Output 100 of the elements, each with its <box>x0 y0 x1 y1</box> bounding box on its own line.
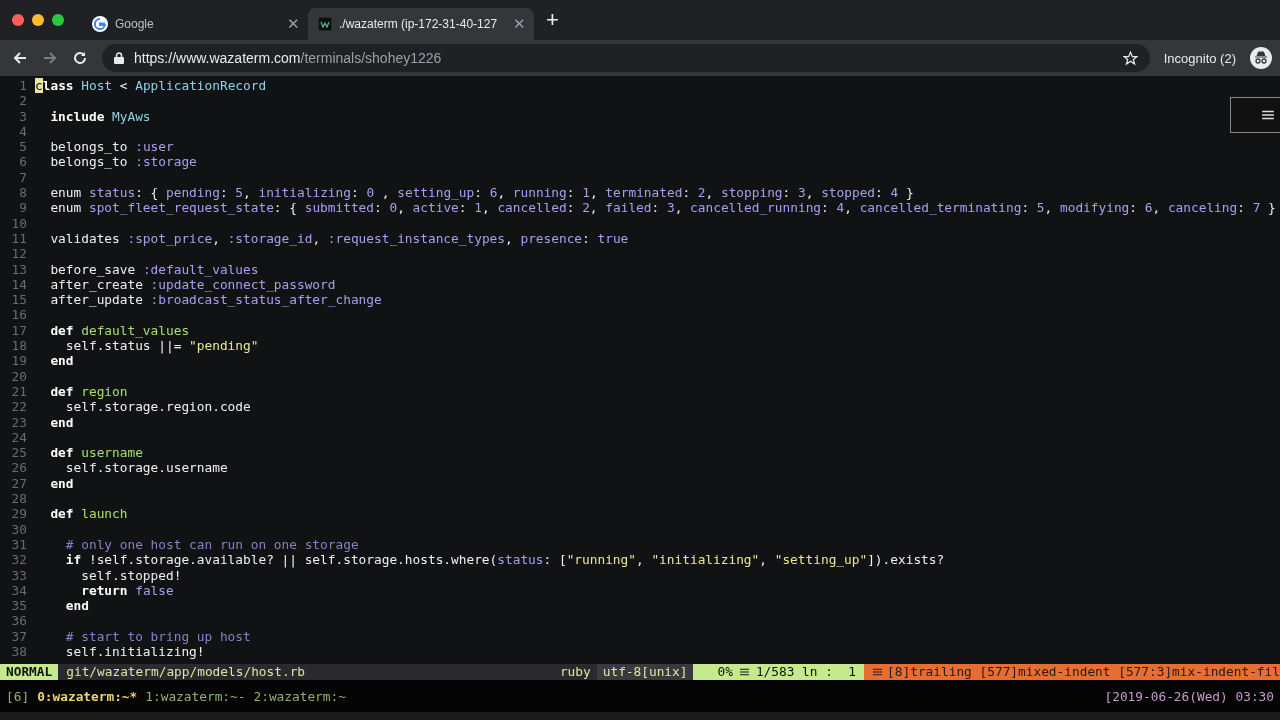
code-line: validates :spot_price, :storage_id, :request_instance_types, presence: true <box>49 230 629 247</box>
line-number: 14 <box>10 276 28 293</box>
warning-text: [8]trailing [577]mixed-indent [577:3]mix-indent-fil <box>887 664 1280 680</box>
line-number: 19 <box>10 353 28 369</box>
tmux-window[interactable]: 1:wazaterm:~- <box>145 688 246 704</box>
google-icon <box>92 16 108 32</box>
line-number: 20 <box>10 368 28 384</box>
code-line: def launch <box>49 506 128 522</box>
incognito-icon[interactable] <box>1250 47 1272 69</box>
code-line: belongs_to :user <box>49 139 174 155</box>
line-number: 10 <box>10 215 28 231</box>
close-tab-icon[interactable]: ✕ <box>513 15 526 33</box>
profile-label[interactable]: Incognito (2) <box>1163 50 1236 66</box>
code-line: end <box>64 598 89 614</box>
browser-tab[interactable]: ./wazaterm (ip-172-31-40-127 ✕ <box>308 8 534 40</box>
code-line: return false <box>80 582 174 599</box>
new-tab-icon[interactable]: + <box>546 7 559 33</box>
code-line: before_save :default_values <box>49 261 259 277</box>
line-number: 18 <box>10 338 28 354</box>
code-line: self.storage.region.code <box>64 399 251 415</box>
lines-icon <box>738 667 750 677</box>
code-line: end <box>49 475 74 491</box>
code-line: end <box>49 353 74 369</box>
line-number: 9 <box>18 200 28 216</box>
code-line: if !self.storage.available? || self.storage.hosts.where(status: ["running", "initializing", "setting_up"]).exists? <box>64 552 945 568</box>
close-tab-icon[interactable]: ✕ <box>287 15 300 33</box>
line-number: 16 <box>10 307 28 323</box>
address-bar[interactable]: https://www.wazaterm.com/terminals/shohey1226 <box>102 44 1150 72</box>
minimize-window-button[interactable] <box>32 14 44 26</box>
line-number: 32 <box>10 552 28 568</box>
close-window-button[interactable] <box>12 14 24 26</box>
browser-tab[interactable]: Google ✕ <box>82 8 308 40</box>
line-number: 29 <box>10 506 28 522</box>
code-line: self.status ||= "pending" <box>64 338 259 354</box>
line-number: 22 <box>10 399 28 415</box>
star-icon[interactable] <box>1122 50 1138 66</box>
tmux-window[interactable]: 0:wazaterm:~* <box>37 688 138 704</box>
line-number: 33 <box>10 567 28 583</box>
line-number: 26 <box>10 460 28 476</box>
terminal-icon <box>318 17 332 31</box>
menu-button[interactable] <box>1230 97 1280 133</box>
line-number: 13 <box>10 261 28 277</box>
line-number: 8 <box>18 185 28 201</box>
code-line: self.initializing! <box>64 644 205 660</box>
code-line: # only one host can run on one storage <box>64 536 359 553</box>
line-number: 15 <box>10 292 28 308</box>
lock-icon <box>114 52 124 64</box>
code-line: end <box>49 414 74 430</box>
line-number: 17 <box>10 322 28 339</box>
code-line: class Host < ApplicationRecord <box>35 78 267 94</box>
line-number: 2 <box>18 93 28 109</box>
code-line: include MyAws <box>49 108 151 124</box>
line-number: 5 <box>18 139 28 155</box>
line-number: 4 <box>18 123 28 140</box>
code-line: enum status: { pending: 5, initializing: 0 , setting_up: 6, running: 1, terminated: 2, stopping: 3, stopped: 4 } <box>49 185 914 201</box>
line-number: 1 <box>18 78 28 94</box>
code-line: self.storage.username <box>64 460 228 476</box>
line-number: 30 <box>10 521 28 537</box>
line-number: 35 <box>10 598 28 614</box>
warning-lines-icon <box>872 667 884 677</box>
menu-icon <box>1261 109 1275 121</box>
line-number: 34 <box>10 582 28 599</box>
code-line: self.stopped! <box>80 567 182 583</box>
line-number: 27 <box>10 475 28 491</box>
line-number: 11 <box>10 230 28 247</box>
url-text: https://www.wazaterm.com/terminals/shohey1226 <box>134 50 443 66</box>
line-number: 3 <box>18 108 28 124</box>
session-label: [6] <box>6 688 30 704</box>
clock-text: [2019-06-26(Wed) 03:30 <box>1104 688 1274 704</box>
reload-icon[interactable] <box>72 50 88 66</box>
line-number: 7 <box>18 169 28 186</box>
back-icon[interactable] <box>12 50 28 66</box>
mode-indicator: NORMAL <box>0 664 59 680</box>
code-line: after_update :broadcast_status_after_change <box>49 292 382 308</box>
file-type: ruby <box>558 664 592 680</box>
code-line: belongs_to :storage <box>49 154 197 170</box>
line-number: 25 <box>10 445 28 461</box>
line-number: 31 <box>10 536 28 553</box>
cursor-position: 1/583 ln : 1 <box>755 664 857 680</box>
line-number: 38 <box>10 644 28 660</box>
line-number: 24 <box>10 429 28 446</box>
scroll-percent: 0% <box>717 664 733 680</box>
file-encoding: utf-8[unix] <box>596 664 694 680</box>
code-line: after_create :update_connect_password <box>49 276 336 293</box>
code-line: def username <box>49 445 143 461</box>
code-line: enum spot_fleet_request_state: { submitted: 0, active: 1, cancelled: 2, failed: 3, cancelled_running: 4, cancelled_terminating: 5, modifying: 6, canceling: 7 } <box>49 200 1276 216</box>
line-number: 23 <box>10 414 28 430</box>
file-path: git/wazaterm/app/models/host.rb <box>65 664 307 680</box>
code-line: # start to bring up host <box>64 628 251 644</box>
maximize-window-button[interactable] <box>52 14 64 26</box>
code-line: def region <box>49 383 128 400</box>
line-number: 28 <box>10 491 28 507</box>
line-number: 12 <box>10 246 28 262</box>
forward-icon[interactable] <box>42 50 58 66</box>
line-number: 37 <box>10 628 28 644</box>
line-number: 36 <box>10 613 28 629</box>
tmux-window[interactable]: 2:wazaterm:~ <box>253 688 346 704</box>
code-line: def default_values <box>49 322 190 339</box>
line-number: 6 <box>18 154 28 170</box>
line-number: 21 <box>10 383 28 400</box>
